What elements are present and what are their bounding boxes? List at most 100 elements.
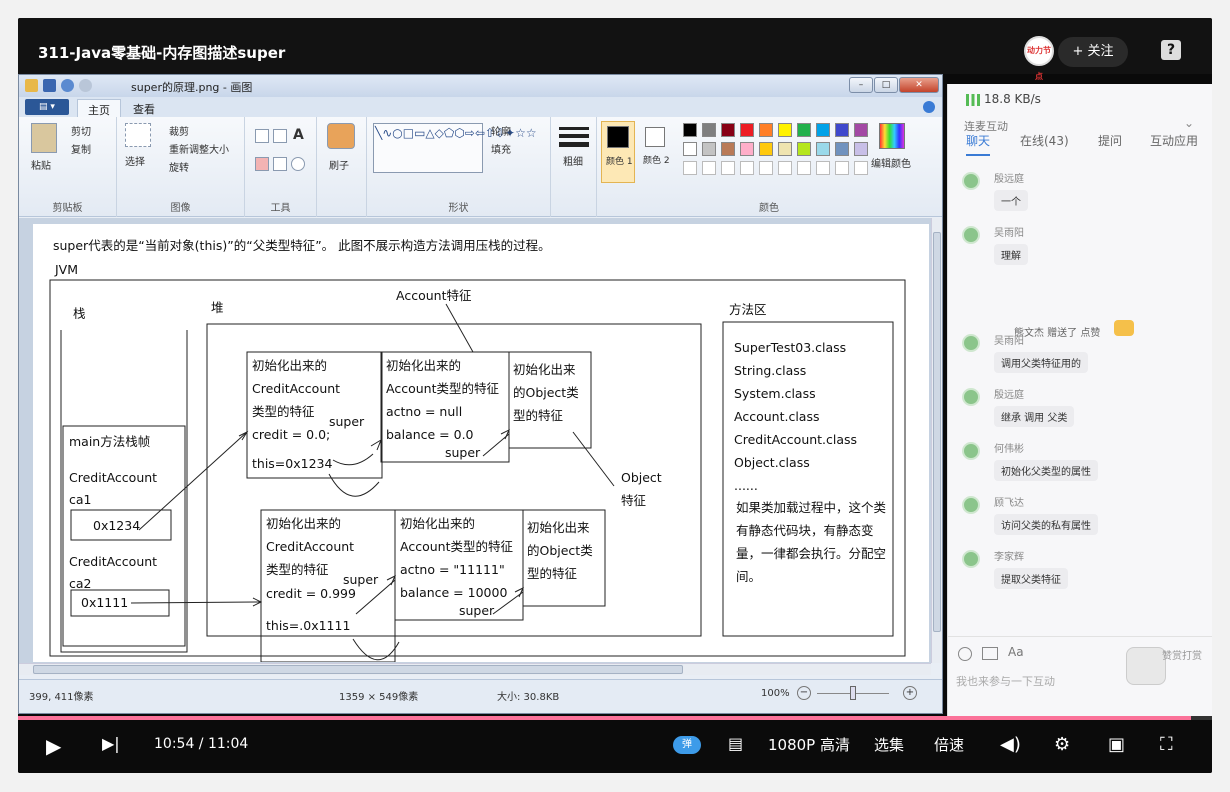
palette-swatch[interactable]	[683, 142, 697, 156]
palette-swatch[interactable]	[683, 123, 697, 137]
horizontal-scroll-thumb[interactable]	[33, 665, 683, 674]
copy-button[interactable]: 复制	[71, 141, 91, 156]
speed-button[interactable]: 倍速	[934, 734, 964, 755]
pip-icon[interactable]: ▣	[1108, 734, 1125, 755]
custom-color-slot[interactable]	[740, 161, 754, 175]
collapse-icon[interactable]: ⌄	[1184, 116, 1194, 130]
palette-swatch[interactable]	[854, 123, 868, 137]
fill-button[interactable]: 填充	[491, 141, 511, 156]
select-button[interactable]: 选择	[125, 153, 145, 168]
image-icon[interactable]	[982, 647, 998, 660]
tab-interactive[interactable]: 互动应用	[1150, 132, 1198, 149]
danmu-settings-icon[interactable]: ▤	[728, 734, 743, 753]
palette-swatch[interactable]	[702, 142, 716, 156]
maximize-button[interactable]: □	[874, 77, 898, 93]
edit-colors-icon[interactable]	[879, 123, 905, 149]
text-icon[interactable]: A	[293, 127, 304, 143]
brushes-label[interactable]: 刷子	[329, 157, 349, 172]
custom-color-slot[interactable]	[721, 161, 735, 175]
tab-view[interactable]: 查看	[123, 99, 165, 119]
emoji-icon[interactable]	[958, 647, 972, 661]
color1-button[interactable]: 颜色 1	[601, 121, 635, 183]
palette-swatch[interactable]	[778, 123, 792, 137]
palette-swatch[interactable]	[740, 142, 754, 156]
close-button[interactable]: ✕	[899, 77, 939, 93]
palette-swatch[interactable]	[721, 123, 735, 137]
zoom-out-icon[interactable]: −	[797, 686, 811, 700]
reward-button[interactable]: 赞赏打赏	[1162, 647, 1202, 662]
palette-swatch[interactable]	[721, 142, 735, 156]
custom-color-slot[interactable]	[854, 161, 868, 175]
next-icon[interactable]: ▶|	[102, 734, 120, 753]
episodes-button[interactable]: 选集	[874, 734, 904, 755]
select-icon[interactable]	[125, 123, 151, 147]
vertical-scroll-thumb[interactable]	[933, 232, 941, 632]
quality-button[interactable]: 1080P 高清	[768, 734, 850, 755]
minimize-button[interactable]: –	[849, 77, 873, 93]
palette-swatch[interactable]	[740, 123, 754, 137]
follow-button[interactable]: + 关注	[1058, 37, 1128, 67]
palette-swatch[interactable]	[778, 142, 792, 156]
custom-color-slot[interactable]	[683, 161, 697, 175]
palette-swatch[interactable]	[816, 142, 830, 156]
size-icon[interactable]	[559, 127, 589, 130]
palette-swatch[interactable]	[702, 123, 716, 137]
play-overlay-icon[interactable]	[1126, 647, 1166, 685]
vertical-scrollbar[interactable]	[931, 218, 942, 663]
pencil-icon[interactable]	[255, 129, 269, 143]
palette-swatch[interactable]	[816, 123, 830, 137]
resize-button[interactable]: 重新调整大小	[169, 141, 229, 156]
danmu-toggle[interactable]: 弹	[673, 736, 701, 754]
palette-swatch[interactable]	[759, 123, 773, 137]
tab-chat[interactable]: 聊天	[966, 132, 990, 149]
palette-swatch[interactable]	[835, 142, 849, 156]
custom-color-slot[interactable]	[797, 161, 811, 175]
tab-questions[interactable]: 提问	[1098, 132, 1122, 149]
fill-icon[interactable]	[273, 129, 287, 143]
tab-online[interactable]: 在线(43)	[1020, 132, 1069, 149]
cut-button[interactable]: 剪切	[71, 123, 91, 138]
outline-button[interactable]: 轮廓	[491, 123, 511, 138]
palette-swatch[interactable]	[854, 142, 868, 156]
palette-swatch[interactable]	[797, 142, 811, 156]
zoom-in-icon[interactable]: +	[903, 686, 917, 700]
fullscreen-icon[interactable]: ⛶	[1160, 734, 1173, 755]
channel-avatar[interactable]: 动力节点	[1024, 36, 1054, 81]
custom-color-slot[interactable]	[759, 161, 773, 175]
palette-swatch[interactable]	[797, 123, 811, 137]
rotate-button[interactable]: 旋转	[169, 159, 189, 174]
play-icon[interactable]: ▶	[46, 734, 61, 758]
horizontal-scrollbar[interactable]	[19, 663, 931, 675]
size-label[interactable]: 粗细	[563, 153, 583, 168]
palette-swatch[interactable]	[835, 123, 849, 137]
font-icon[interactable]: Aa	[1008, 645, 1024, 659]
crop-button[interactable]: 裁剪	[169, 123, 189, 138]
custom-color-slot[interactable]	[778, 161, 792, 175]
undo-icon[interactable]	[61, 79, 74, 92]
zoom-slider-thumb[interactable]	[850, 686, 856, 700]
settings-icon[interactable]: ⚙	[1054, 734, 1070, 755]
save-icon[interactable]	[43, 79, 56, 92]
custom-color-slot[interactable]	[702, 161, 716, 175]
help-icon[interactable]: ?	[1161, 40, 1181, 60]
edit-colors-button[interactable]: 编辑颜色	[871, 155, 911, 170]
paste-label[interactable]: 粘贴	[31, 157, 51, 172]
brush-icon[interactable]	[327, 123, 355, 149]
custom-color-slot[interactable]	[816, 161, 830, 175]
eraser-icon[interactable]	[255, 157, 269, 171]
chat-input[interactable]: 我也来参与一下互动	[956, 673, 1055, 689]
progress-bar[interactable]	[18, 716, 1212, 720]
drawing-canvas[interactable]: super代表的是“当前对象(this)”的“父类型特征”。 此图不展示构造方法…	[33, 224, 929, 662]
custom-color-slot[interactable]	[835, 161, 849, 175]
redo-icon[interactable]	[79, 79, 92, 92]
palette-swatch[interactable]	[759, 142, 773, 156]
paste-icon[interactable]	[31, 123, 57, 153]
color2-button[interactable]: 颜色 2	[639, 121, 673, 183]
help-icon[interactable]	[923, 101, 935, 113]
file-menu-button[interactable]: ▤ ▾	[25, 99, 69, 115]
shapes-gallery[interactable]: ╲∿○□▭△◇⬠⬡⇨⇦⇧⇩✦☆☆	[373, 123, 537, 173]
magnifier-icon[interactable]	[291, 157, 305, 171]
color-picker-icon[interactable]	[273, 157, 287, 171]
volume-icon[interactable]: ◀)	[1000, 734, 1021, 755]
video-player[interactable]: 311-Java零基础-内存图描述super 动力节点 + 关注 ? super…	[18, 18, 1212, 773]
